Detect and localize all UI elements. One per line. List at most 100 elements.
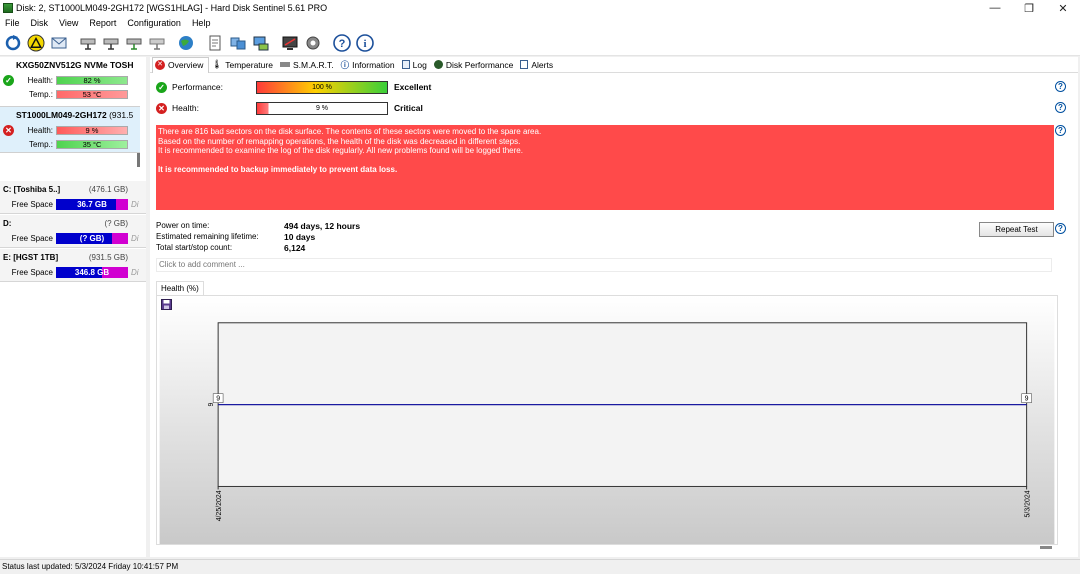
free-space-label: Free Space	[11, 199, 53, 209]
save-icon[interactable]	[161, 299, 172, 312]
x-axis-tick-label: 4/25/2024	[216, 490, 223, 521]
menu-configuration[interactable]: Configuration	[122, 18, 187, 28]
network-icon[interactable]	[251, 33, 271, 53]
help-icon[interactable]: ?	[1055, 102, 1066, 113]
clipboard-icon[interactable]	[205, 33, 225, 53]
gear-icon[interactable]	[303, 33, 323, 53]
monitor-icon[interactable]	[280, 33, 300, 53]
menu-report[interactable]: Report	[84, 18, 122, 28]
tab-overview[interactable]: ✕ Overview	[152, 56, 210, 73]
volume-size: (? GB)	[104, 218, 128, 228]
globe-icon[interactable]	[176, 33, 196, 53]
disk-tool-icon[interactable]	[124, 33, 144, 53]
y-axis-tick-label: 9	[208, 403, 215, 407]
tab-log[interactable]: Log	[400, 57, 432, 73]
disk-tool-icon[interactable]	[101, 33, 121, 53]
health-bar: 9 %	[256, 101, 388, 115]
tab-temperature[interactable]: 🌡 Temperature	[209, 57, 278, 73]
health-label: ✕ Health:	[156, 103, 256, 114]
tab-information[interactable]: ⓘ Information	[339, 57, 400, 73]
transfer-icon[interactable]	[228, 33, 248, 53]
help-icon[interactable]: ?	[1055, 223, 1066, 234]
critical-x-icon: ✕	[3, 124, 14, 136]
disk-list-panel: KXG50ZNV512G NVMe TOSH ✓ Health: 82 % Te…	[0, 57, 146, 557]
refresh-icon[interactable]	[3, 33, 23, 53]
volume-name: D:	[3, 218, 12, 228]
title-bar: Disk: 2, ST1000LM049-2GH172 [WGS1HLAG] -…	[0, 0, 1080, 16]
tab-health-chart[interactable]: Health (%)	[156, 281, 204, 295]
window-controls: — ❐ ✕	[978, 0, 1080, 16]
menu-file[interactable]: File	[0, 18, 26, 28]
comment-input[interactable]: Click to add comment ...	[156, 258, 1052, 272]
window-title: Disk: 2, ST1000LM049-2GH172 [WGS1HLAG] -…	[16, 3, 328, 13]
critical-x-icon: ✕	[155, 60, 165, 70]
gauge-icon	[433, 60, 443, 69]
x-axis-tick-label: 5/3/2024	[1025, 490, 1032, 517]
disk-health-row: ✕ Health: 9 %	[0, 123, 140, 137]
alert-line: There are 816 bad sectors on the disk su…	[158, 127, 542, 136]
disk-tool-icon[interactable]	[147, 33, 167, 53]
repeat-test-button[interactable]: Repeat Test	[979, 222, 1054, 237]
help-icon[interactable]: ?	[332, 33, 352, 53]
warning-icon[interactable]	[26, 33, 46, 53]
volume-e[interactable]: E: [HGST 1TB] (931.5 GB) Free Space 346.8…	[0, 249, 146, 282]
ok-check-icon: ✓	[3, 74, 14, 86]
data-label: 9	[1025, 396, 1029, 403]
free-space-label: Free Space	[11, 233, 53, 243]
resize-grip[interactable]	[1040, 546, 1052, 549]
email-icon[interactable]	[49, 33, 69, 53]
tab-smart[interactable]: S.M.A.R.T.	[278, 57, 339, 73]
status-bar: Status last updated: 5/3/2024 Friday 10:…	[0, 559, 1080, 574]
scrollbar-thumb[interactable]	[137, 153, 140, 167]
minimize-button[interactable]: —	[978, 0, 1012, 16]
svg-text:?: ?	[339, 38, 346, 50]
health-meter: 82 %	[56, 75, 128, 85]
alert-message-box: There are 816 bad sectors on the disk su…	[156, 125, 1054, 210]
remaining-label: Estimated remaining lifetime:	[156, 232, 259, 241]
performance-status: Excellent	[394, 82, 432, 92]
volume-name: E: [HGST 1TB]	[3, 252, 59, 262]
free-space-bar: 346.8 GB	[56, 266, 128, 278]
log-icon	[401, 60, 410, 69]
remaining-value: 10 days	[284, 231, 316, 242]
temp-label: Temp.:	[28, 139, 53, 149]
ok-check-icon: ✓	[156, 82, 167, 93]
main-panel: ✕ Overview 🌡 Temperature S.M.A.R.T. ⓘ Infor…	[150, 56, 1078, 557]
power-on-label: Power on time:	[156, 221, 210, 230]
svg-text:i: i	[363, 38, 366, 50]
performance-label: ✓ Performance:	[156, 82, 256, 93]
alerts-icon	[520, 60, 529, 69]
health-chart-svg: 9 994/25/2024 5/3/2024	[159, 296, 1055, 544]
menu-help[interactable]: Help	[187, 18, 217, 28]
disk-card-st1000[interactable]: ST1000LM049-2GH172 (931.5 ✕ Health: 9 % …	[0, 107, 140, 153]
close-button[interactable]: ✕	[1046, 0, 1080, 16]
disk-health-row: ✓ Health: 82 %	[0, 73, 140, 87]
menu-disk[interactable]: Disk	[26, 18, 55, 28]
maximize-button[interactable]: ❐	[1012, 0, 1046, 16]
power-on-value: 494 days, 12 hours	[284, 220, 361, 231]
tab-disk-performance[interactable]: Disk Performance	[432, 57, 519, 73]
disk-temp-row: Temp.: 53 °C	[0, 87, 140, 101]
health-status: Critical	[394, 103, 423, 113]
info-icon[interactable]: i	[355, 33, 375, 53]
alert-line: Based on the number of remapping operati…	[158, 136, 521, 146]
volume-size: (931.5 GB)	[88, 252, 128, 262]
temp-meter: 53 °C	[56, 89, 128, 99]
health-row: ✕ Health: 9 % Critical	[156, 101, 1056, 115]
toolbar: ? i	[0, 30, 1080, 56]
help-icon[interactable]: ?	[1055, 81, 1066, 92]
startstop-label: Total start/stop count:	[156, 243, 233, 252]
alert-line: It is recommended to examine the log of …	[158, 146, 523, 155]
free-space-bar: 36.7 GB	[56, 198, 128, 210]
volume-c[interactable]: C: [Toshiba 5..] (476.1 GB) Free Space 36…	[0, 181, 146, 214]
menu-view[interactable]: View	[54, 18, 84, 28]
help-icon[interactable]: ?	[1055, 125, 1066, 136]
disk-stats: Power on time: 494 days, 12 hours Estimat…	[156, 220, 456, 253]
volume-d[interactable]: D: (? GB) Free Space (? GB) Di	[0, 215, 146, 248]
temp-meter: 35 °C	[56, 139, 128, 149]
data-label: 9	[216, 396, 220, 403]
disk-card-nvme[interactable]: KXG50ZNV512G NVMe TOSH ✓ Health: 82 % Te…	[0, 57, 140, 107]
startstop-value: 6,124	[284, 242, 306, 253]
disk-tool-icon[interactable]	[78, 33, 98, 53]
tab-alerts[interactable]: Alerts	[518, 57, 558, 73]
